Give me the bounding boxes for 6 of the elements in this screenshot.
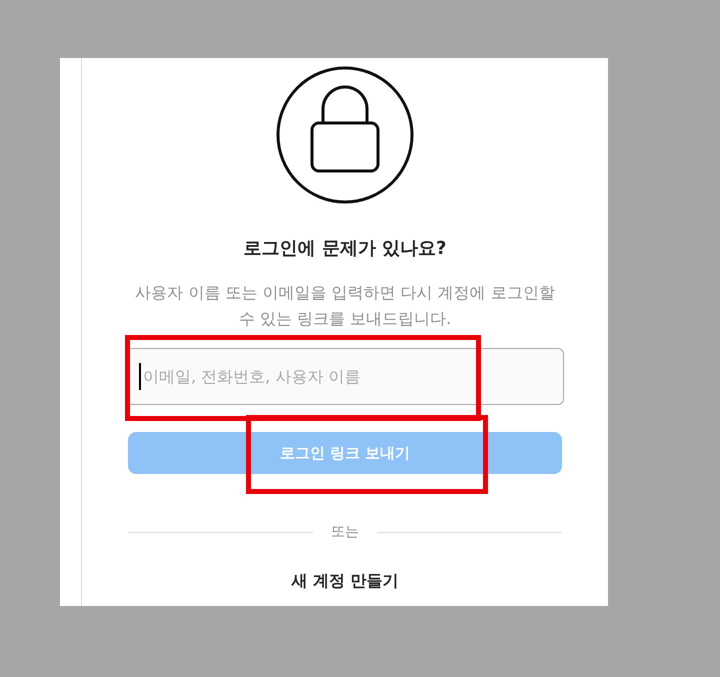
text-cursor xyxy=(139,363,141,390)
dialog-title: 로그인에 문제가 있나요? xyxy=(244,237,446,261)
or-divider-text: 또는 xyxy=(331,523,359,542)
lock-icon xyxy=(275,65,415,205)
create-account-link[interactable]: 새 계정 만들기 xyxy=(291,569,399,593)
description-text: 사용자 이름 또는 이메일을 입력하면 다시 계정에 로그인할 수 있는 링크를 보내드립니다. xyxy=(134,282,556,330)
